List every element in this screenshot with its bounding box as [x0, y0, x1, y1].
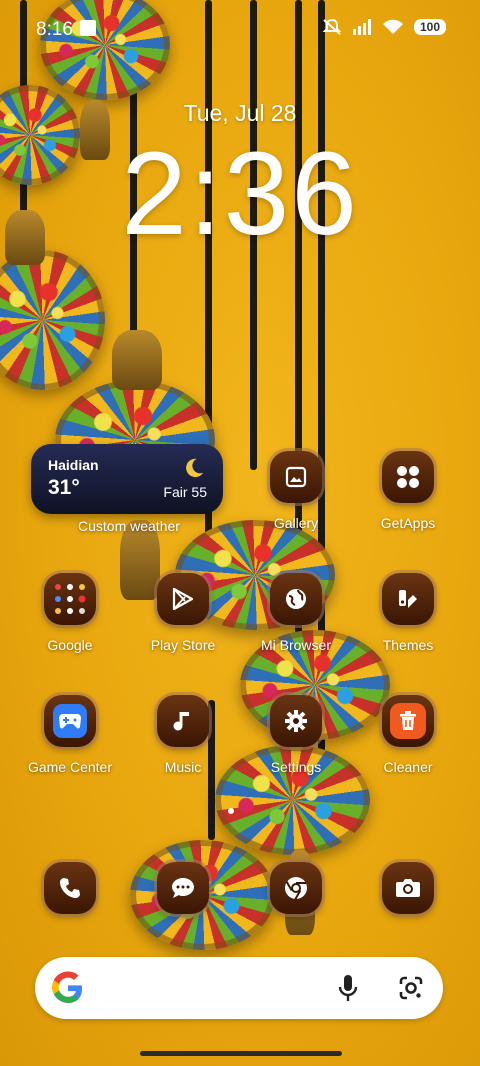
music-note-icon: [157, 695, 209, 747]
app-label: Google: [47, 637, 93, 653]
weather-widget-label: Custom weather: [78, 518, 180, 534]
app-gallery[interactable]: Gallery: [246, 451, 346, 531]
weather-condition: Fair 55: [163, 484, 207, 500]
weather-city: Haidian: [48, 457, 99, 473]
app-label: Music: [164, 759, 202, 775]
google-lens-icon[interactable]: [398, 975, 424, 1001]
app-settings[interactable]: Settings: [246, 695, 346, 775]
app-play-store[interactable]: Play Store: [133, 573, 233, 653]
phone-icon: [44, 862, 96, 914]
play-store-icon: [157, 573, 209, 625]
themes-icon: [382, 573, 434, 625]
app-label: Themes: [382, 637, 434, 653]
app-game-center[interactable]: Game Center: [20, 695, 120, 775]
signal-icon: [352, 19, 371, 35]
dock-chrome[interactable]: [246, 862, 346, 914]
app-label: Game Center: [27, 759, 113, 775]
app-label: Play Store: [150, 637, 216, 653]
google-folder-icon: [44, 573, 96, 625]
clock-time[interactable]: 2:36: [0, 126, 480, 262]
weather-widget-label-wrap: Custom weather: [78, 518, 180, 534]
app-themes[interactable]: Themes: [358, 573, 458, 653]
moon-icon: [186, 458, 204, 478]
status-bar: 8:16 100: [0, 0, 480, 60]
app-label: Settings: [270, 759, 322, 775]
dock-camera[interactable]: [358, 862, 458, 914]
getapps-icon: [382, 451, 434, 503]
cleaner-icon: [382, 695, 434, 747]
chrome-icon: [270, 862, 322, 914]
weather-widget[interactable]: Haidian 31° Fair 55: [31, 444, 223, 514]
status-time: 8:16: [36, 19, 73, 40]
globe-icon: [270, 573, 322, 625]
gesture-handle[interactable]: [140, 1051, 342, 1056]
app-label: Gallery: [273, 515, 319, 531]
app-cleaner[interactable]: Cleaner: [358, 695, 458, 775]
app-label: Cleaner: [383, 759, 433, 775]
folder-google[interactable]: Google: [20, 573, 120, 653]
google-logo-icon: [52, 971, 82, 1003]
app-label: Mi Browser: [260, 637, 331, 653]
gallery-icon: [270, 451, 322, 503]
date-label: Tue, Jul 28: [183, 100, 297, 126]
mute-icon: [322, 18, 342, 35]
battery-icon: 100: [413, 19, 446, 35]
app-music[interactable]: Music: [133, 695, 233, 775]
dock-phone[interactable]: [20, 862, 120, 914]
google-search-bar[interactable]: [35, 957, 443, 1019]
microphone-icon[interactable]: [337, 974, 359, 1002]
messages-icon: [157, 862, 209, 914]
weather-temperature: 31°: [48, 476, 80, 499]
app-mi-browser[interactable]: Mi Browser: [246, 573, 346, 653]
game-center-icon: [44, 695, 96, 747]
gear-icon: [270, 695, 322, 747]
page-indicator: [228, 808, 234, 814]
app-getapps[interactable]: GetApps: [358, 451, 458, 531]
dock-messages[interactable]: [133, 862, 233, 914]
app-label: GetApps: [380, 515, 436, 531]
notification-icon: [80, 20, 96, 36]
wifi-icon: [382, 19, 403, 34]
camera-icon: [382, 862, 434, 914]
